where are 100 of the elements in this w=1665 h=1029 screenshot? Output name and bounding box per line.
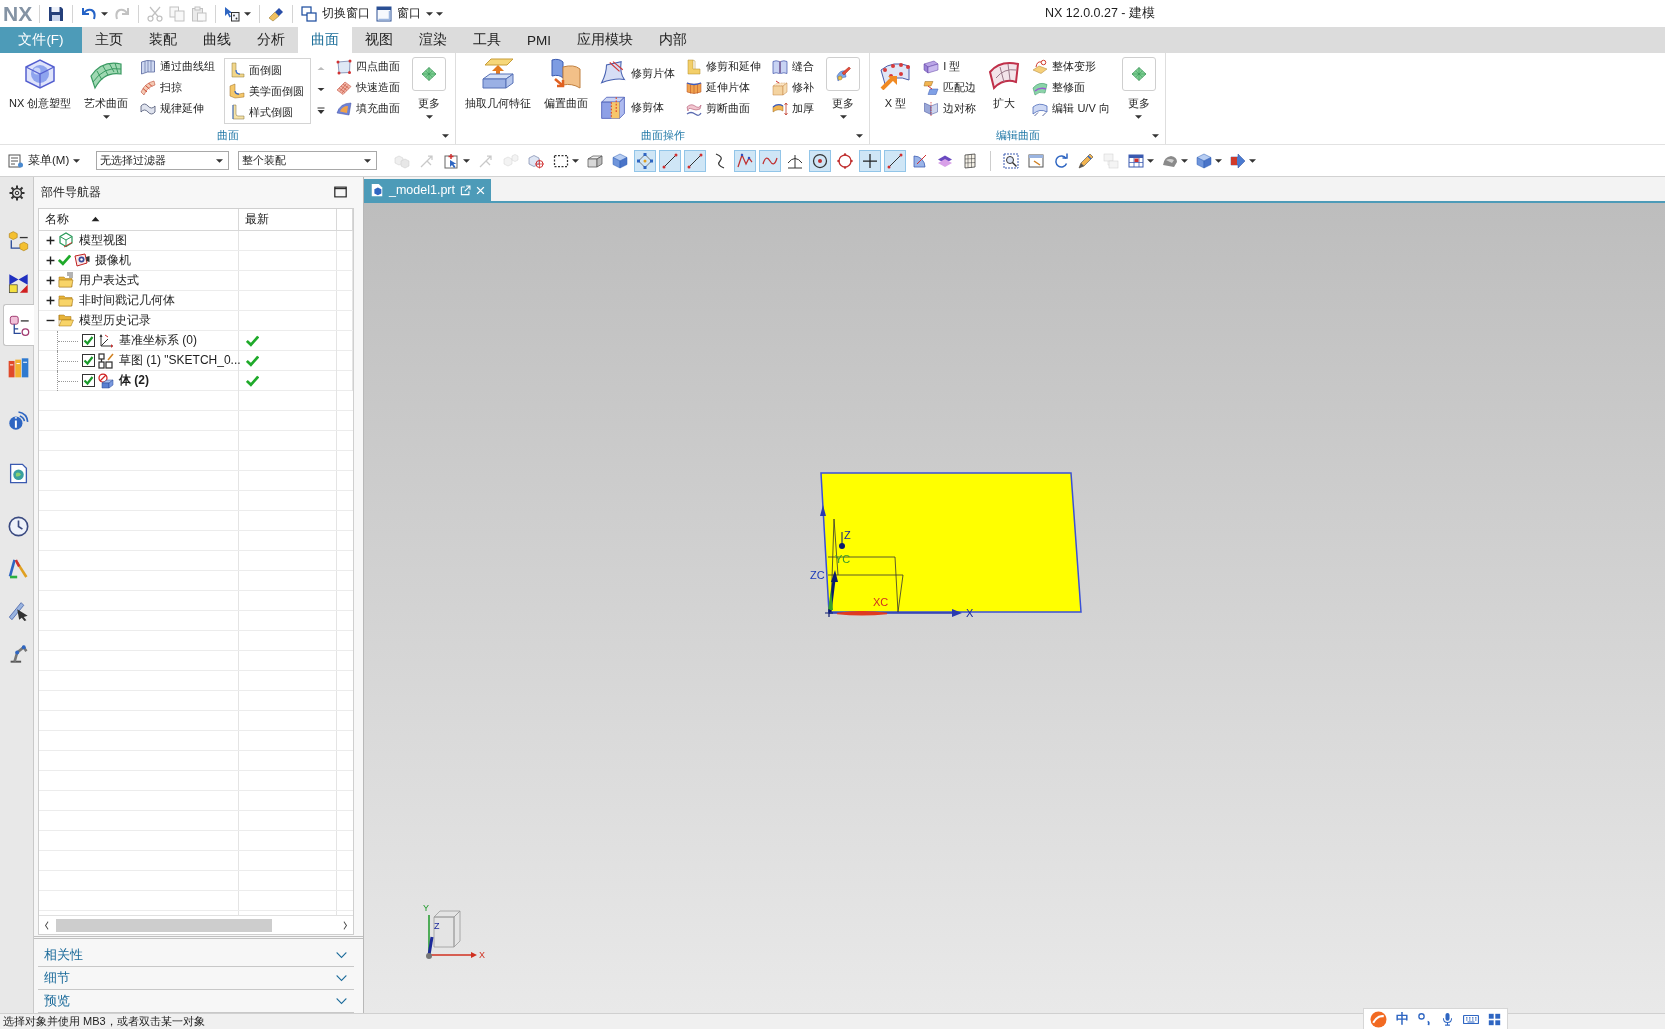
- settings-icon[interactable]: [8, 184, 25, 201]
- table-grid-icon: [1128, 152, 1145, 169]
- ribbon-tab[interactable]: 装配: [136, 27, 190, 53]
- caret-icon[interactable]: [442, 133, 450, 138]
- gallery-item[interactable]: 样式倒圆: [227, 101, 307, 123]
- ribbon-button[interactable]: 规律延伸: [138, 98, 218, 119]
- view-triad[interactable]: [426, 910, 477, 959]
- snap-points-icon: [637, 152, 654, 169]
- caret-icon[interactable]: [856, 133, 864, 138]
- tree-item[interactable]: 用户表达式: [79, 271, 139, 289]
- ribbon-tab[interactable]: 曲面: [298, 27, 352, 53]
- toolbar-button[interactable]: [859, 149, 882, 172]
- checkbox[interactable]: [82, 354, 95, 368]
- switch-window-button[interactable]: 切换窗口: [298, 2, 374, 25]
- ribbon-button[interactable]: 剪断曲面: [684, 98, 764, 119]
- toolbar-button[interactable]: [634, 149, 657, 172]
- chevron-right-icon[interactable]: [342, 920, 348, 930]
- keyboard-icon[interactable]: [1463, 1012, 1479, 1026]
- ribbon-tab[interactable]: 工具: [460, 27, 514, 53]
- offset-sheets-icon: [550, 58, 583, 90]
- ribbon-button[interactable]: 偏置曲面: [541, 53, 592, 127]
- gallery-item[interactable]: 面倒圆: [227, 59, 307, 81]
- selection-filter-dropdown[interactable]: 无选择过滤器: [96, 151, 230, 170]
- ribbon-button[interactable]: 加厚: [770, 98, 817, 119]
- ribbon-button[interactable]: 编辑 U/V 向: [1030, 98, 1112, 119]
- tree-item[interactable]: 草图 (1) "SKETCH_0...: [119, 352, 241, 370]
- ribbon-button[interactable]: 修剪体: [598, 90, 678, 124]
- expand-icon[interactable]: [46, 275, 55, 285]
- expand-icon[interactable]: [46, 235, 55, 245]
- popout-icon[interactable]: [460, 184, 471, 196]
- ribbon-button[interactable]: 匹配边: [921, 77, 979, 98]
- ribbon-tab[interactable]: 视图: [352, 27, 406, 53]
- ribbon-tab[interactable]: 渲染: [406, 27, 460, 53]
- ribbon-button[interactable]: 修剪片体: [598, 56, 678, 90]
- checkbox[interactable]: [82, 374, 95, 388]
- tree-item[interactable]: 体 (2): [119, 372, 149, 390]
- panel-header[interactable]: 相关性: [38, 944, 354, 967]
- sketch-icon: [98, 352, 114, 369]
- resource-bar-tab[interactable]: [3, 304, 34, 346]
- ribbon-tab[interactable]: PMI: [514, 27, 564, 53]
- axis-label: XC: [873, 596, 889, 608]
- ribbon-tab[interactable]: 主页: [82, 27, 136, 53]
- toolbar-button[interactable]: [809, 149, 832, 172]
- dot-comma-icon[interactable]: [1418, 1012, 1432, 1026]
- checkbox[interactable]: [82, 334, 95, 348]
- window-menu-button[interactable]: 窗口: [373, 2, 437, 25]
- pie-slice-icon: [912, 152, 929, 169]
- tree-item[interactable]: 模型视图: [79, 231, 127, 249]
- panel-header[interactable]: 细节: [38, 967, 354, 990]
- ribbon-button[interactable]: 填充曲面: [334, 98, 403, 119]
- ribbon-button[interactable]: 扫掠: [138, 77, 218, 98]
- tree-item[interactable]: 非时间戳记几何体: [79, 291, 175, 309]
- toolbar-button[interactable]: [734, 149, 757, 172]
- grid-face-icon: [962, 152, 979, 169]
- ribbon-button[interactable]: 缝合: [770, 56, 817, 77]
- column-header[interactable]: 最新: [239, 208, 337, 230]
- ribbon-tab[interactable]: 分析: [244, 27, 298, 53]
- ribbon-button[interactable]: NX 创意塑型: [6, 53, 75, 127]
- ribbon-button[interactable]: X 型: [876, 53, 915, 127]
- scope-dropdown[interactable]: 整个装配: [238, 151, 378, 170]
- ribbon-group-label: 编辑曲面: [995, 128, 1040, 143]
- ribbon-button[interactable]: 整修面: [1030, 77, 1112, 98]
- tree-item[interactable]: 模型历史记录: [79, 311, 151, 329]
- chevron-left-icon[interactable]: [44, 920, 50, 930]
- ribbon-button[interactable]: I 型: [921, 56, 979, 77]
- more-button[interactable]: 更多: [823, 53, 864, 127]
- column-header[interactable]: 名称: [39, 208, 239, 230]
- ribbon-button[interactable]: 边对称: [921, 98, 979, 119]
- tree-item[interactable]: 基准坐标系 (0): [119, 332, 197, 350]
- gallery-item[interactable]: 美学面倒圆: [227, 80, 307, 102]
- scrollbar-thumb[interactable]: [56, 918, 272, 932]
- more-button[interactable]: 更多: [1118, 53, 1159, 127]
- close-icon[interactable]: [476, 185, 485, 195]
- ribbon-button[interactable]: 修剪和延伸: [684, 56, 764, 77]
- apps-grid-icon[interactable]: [1488, 1012, 1501, 1026]
- ribbon-button[interactable]: 整体变形: [1030, 56, 1112, 77]
- input-mode-toggle[interactable]: 中: [1396, 1010, 1409, 1028]
- ribbon-button[interactable]: 修补: [770, 77, 817, 98]
- ribbon-button[interactable]: 通过曲线组: [138, 56, 218, 77]
- ribbon-button[interactable]: 延伸片体: [684, 77, 764, 98]
- ribbon-tab[interactable]: 内部: [646, 27, 700, 53]
- tree-item[interactable]: 摄像机: [95, 251, 131, 269]
- expand-icon[interactable]: [46, 255, 55, 265]
- ime-logo-icon[interactable]: [1370, 1010, 1387, 1028]
- ribbon-tab[interactable]: 应用模块: [564, 27, 646, 53]
- ribbon-button[interactable]: 扩大: [985, 53, 1024, 127]
- ribbon-tab[interactable]: 曲线: [190, 27, 244, 53]
- ribbon-button[interactable]: 抽取几何特征: [462, 53, 535, 127]
- caret-icon: [839, 115, 847, 119]
- more-button[interactable]: 更多: [409, 53, 450, 127]
- expand-icon[interactable]: [46, 295, 55, 305]
- microphone-icon[interactable]: [1441, 1012, 1454, 1026]
- ribbon-button[interactable]: 艺术曲面: [81, 53, 132, 127]
- ribbon-button[interactable]: 快速造面: [334, 77, 403, 98]
- ribbon-button[interactable]: 四点曲面: [334, 56, 403, 77]
- graphics-viewport[interactable]: Z YC ZC XC X Y Z X: [364, 203, 1665, 1013]
- sew-sheets-icon: [772, 58, 789, 75]
- menu-button[interactable]: 菜单(M): [8, 152, 81, 169]
- caret-icon[interactable]: [1151, 133, 1159, 138]
- maximize-icon[interactable]: [334, 186, 347, 199]
